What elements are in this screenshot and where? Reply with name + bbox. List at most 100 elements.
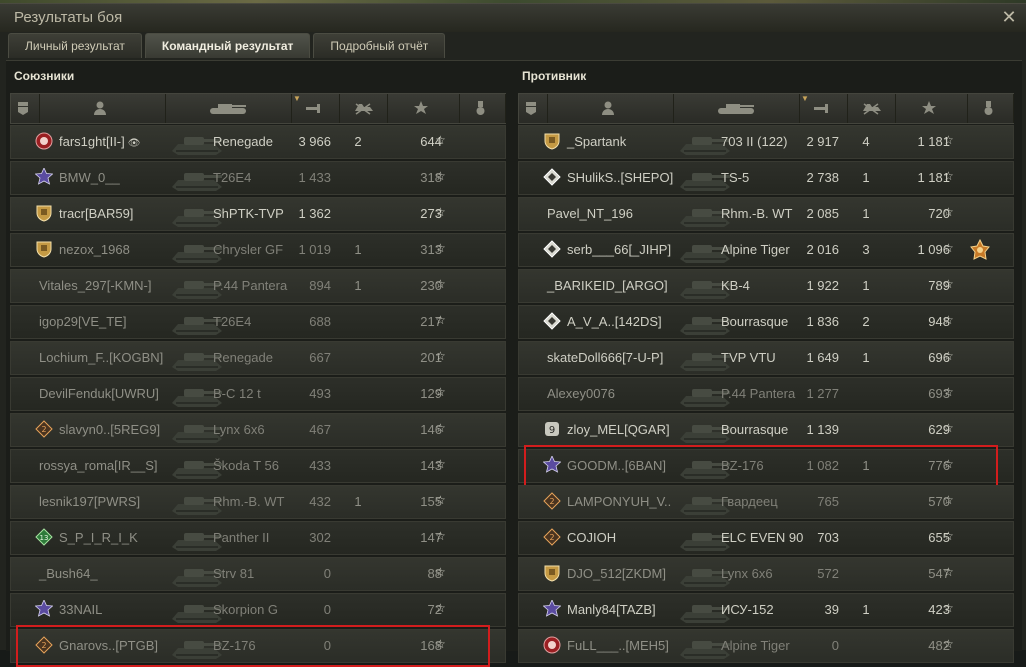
star-icon: ☆ xyxy=(943,205,954,219)
tank-name: Strv 81 xyxy=(213,566,255,581)
ally-player-row[interactable]: tracr[BAR59] ShPTK-TVP 1 362 273 ☆ xyxy=(10,197,506,231)
ally-player-row[interactable]: 13 S_P_I_R_I_K Panther II 302 147 ☆ xyxy=(10,521,506,555)
ally-player-row[interactable]: igop29[VE_TE] T26E4 688 217 ☆ xyxy=(10,305,506,339)
player-name: SHulikS..[SHEPO] xyxy=(567,170,674,185)
medals-column-icon[interactable] xyxy=(459,94,506,123)
enemy-player-row[interactable]: Manly84[TAZB] ИСУ-152 39 1 423 ☆ xyxy=(518,593,1014,627)
medals-column-icon[interactable] xyxy=(967,94,1014,123)
results-panels: Союзники ▼ fars1ght[II-] 👁 Renegade 3 966 2 6… xyxy=(6,60,1022,667)
enemy-player-row[interactable]: 9 zloy_MEL[QGAR] Bourrasque 1 139 629 ☆ xyxy=(518,413,1014,447)
xp-value: 1 181 xyxy=(917,170,950,185)
close-icon[interactable]: ✕ xyxy=(1000,8,1018,26)
xp-value: 776 xyxy=(928,458,950,473)
ally-player-row[interactable]: Lochium_F..[KOGBN] Renegade 667 201 ☆ xyxy=(10,341,506,375)
player-badge-icon xyxy=(543,168,561,186)
tab-team-result[interactable]: Командный результат xyxy=(144,33,311,58)
tank-name: Škoda T 56 xyxy=(213,458,280,473)
ally-player-row[interactable]: BMW_0__ T26E4 1 433 318 ☆ xyxy=(10,161,506,195)
xp-value: 423 xyxy=(928,602,950,617)
star-icon: ☆ xyxy=(435,313,446,327)
enemy-player-row[interactable]: Alexey0076 P.44 Pantera 1 277 693 ☆ xyxy=(518,377,1014,411)
ally-player-row[interactable]: _Bush64_ Strv 81 0 88 ☆ xyxy=(10,557,506,591)
damage-column-icon[interactable]: ▼ xyxy=(291,94,340,123)
enemies-rows: _Spartank 703 II (122) 2 917 4 1 181 ☆ SHulikS… xyxy=(518,125,1014,665)
enemy-player-row[interactable]: _Spartank 703 II (122) 2 917 4 1 181 ☆ xyxy=(518,125,1014,159)
ally-player-row[interactable]: 2 Gnarovs..[PTGB] BZ-176 0 168 ☆ xyxy=(10,625,506,667)
player-badge-icon: 2 xyxy=(543,492,561,510)
player-name: rossya_roma[IR__S] xyxy=(39,458,158,473)
ally-player-row[interactable]: Vitales_297[-KMN-] P.44 Pantera 894 1 230 ☆ xyxy=(10,269,506,303)
kills-value: 1 xyxy=(354,494,362,509)
ally-player-row[interactable]: DevilFenduk[UWRU] B-C 12 t 493 129 ☆ xyxy=(10,377,506,411)
enemy-player-row[interactable]: skateDoll666[7-U-P] TVP VTU 1 649 1 696 ☆ xyxy=(518,341,1014,375)
xp-column-icon[interactable] xyxy=(895,94,968,123)
xp-value: 693 xyxy=(928,386,950,401)
enemy-player-row[interactable]: 2 LAMPONYUH_V.. Гвардеец 765 570 ☆ xyxy=(518,485,1014,519)
tank-name: TS-5 xyxy=(721,170,750,185)
player-badge-icon xyxy=(35,204,53,222)
player-name: 33NAIL xyxy=(59,602,103,617)
ally-player-row[interactable]: 2 slavyn0..[5REG9] Lynx 6x6 467 146 ☆ xyxy=(10,413,506,447)
player-name: skateDoll666[7-U-P] xyxy=(547,350,664,365)
kills-column-icon[interactable] xyxy=(847,94,896,123)
enemy-player-row[interactable]: DJO_512[ZKDM] Lynx 6x6 572 547 ☆ xyxy=(518,557,1014,591)
kills-value: 2 xyxy=(354,134,362,149)
medal-icon[interactable] xyxy=(969,238,991,261)
star-icon: ☆ xyxy=(943,529,954,543)
enemy-player-row[interactable]: SHulikS..[SHEPO] TS-5 2 738 1 1 181 ☆ xyxy=(518,161,1014,195)
kills-value: 1 xyxy=(862,170,870,185)
enemy-player-row[interactable]: A_V_A..[142DS] Bourrasque 1 836 2 948 ☆ xyxy=(518,305,1014,339)
tank-name: BZ-176 xyxy=(213,638,256,653)
damage-value: 0 xyxy=(831,638,839,653)
player-column-icon[interactable] xyxy=(39,94,166,123)
player-badge-icon xyxy=(35,132,53,150)
player-badge-icon xyxy=(543,312,561,330)
ally-player-row[interactable]: fars1ght[II-] 👁 Renegade 3 966 2 644 ☆ xyxy=(10,125,506,159)
enemy-player-row[interactable]: Pavel_NT_196 Rhm.-B. WT 2 085 1 720 ☆ xyxy=(518,197,1014,231)
star-icon: ☆ xyxy=(435,241,446,255)
xp-value: 948 xyxy=(928,314,950,329)
player-column-icon[interactable] xyxy=(547,94,674,123)
star-icon: ☆ xyxy=(435,349,446,363)
player-name: FuLL___..[MEH5] xyxy=(567,638,669,653)
xp-column-icon[interactable] xyxy=(387,94,460,123)
damage-column-icon[interactable]: ▼ xyxy=(799,94,848,123)
ally-player-row[interactable]: rossya_roma[IR__S] Škoda T 56 433 143 ☆ xyxy=(10,449,506,483)
ally-player-row[interactable]: nezox_1968 Chrysler GF 1 019 1 313 ☆ xyxy=(10,233,506,267)
star-icon: ☆ xyxy=(943,349,954,363)
xp-value: 155 xyxy=(420,494,442,509)
tab-detailed-report[interactable]: Подробный отчёт xyxy=(313,33,446,58)
svg-text:2: 2 xyxy=(41,425,46,434)
squad-column-icon[interactable] xyxy=(519,94,548,123)
tab-bar: Личный результат Командный результат Под… xyxy=(8,33,446,59)
ally-player-row[interactable]: 33NAIL Skorpion G 0 72 ☆ xyxy=(10,593,506,627)
enemy-player-row[interactable]: _BARIKEID_[ARGO] KB-4 1 922 1 789 ☆ xyxy=(518,269,1014,303)
tab-personal-result[interactable]: Личный результат xyxy=(8,33,142,58)
squad-column-icon[interactable] xyxy=(11,94,40,123)
damage-value: 703 xyxy=(817,530,839,545)
tank-name: KB-4 xyxy=(721,278,750,293)
star-icon: ☆ xyxy=(435,565,446,579)
kills-column-icon[interactable] xyxy=(339,94,388,123)
allies-table-header: ▼ xyxy=(10,93,506,124)
ally-player-row[interactable]: lesnik197[PWRS] Rhm.-B. WT 432 1 155 ☆ xyxy=(10,485,506,519)
tank-name: Bourrasque xyxy=(721,422,789,437)
star-icon: ☆ xyxy=(943,277,954,291)
damage-value: 667 xyxy=(309,350,331,365)
tank-name: Alpine Tiger xyxy=(721,242,790,257)
enemy-player-row[interactable]: FuLL___..[MEH5] Alpine Tiger 0 482 ☆ xyxy=(518,629,1014,663)
kills-value: 1 xyxy=(862,206,870,221)
tank-column-icon[interactable] xyxy=(165,94,292,123)
player-name: _Spartank xyxy=(567,134,627,149)
enemy-player-row[interactable]: serb___66[_JIHP] Alpine Tiger 2 016 3 1 096 ☆ xyxy=(518,233,1014,267)
kills-value: 4 xyxy=(862,134,870,149)
star-icon: ☆ xyxy=(943,421,954,435)
tank-column-icon[interactable] xyxy=(673,94,800,123)
sort-arrow-icon: ▼ xyxy=(801,94,809,103)
player-name: BMW_0__ xyxy=(59,170,120,185)
star-icon: ☆ xyxy=(943,385,954,399)
damage-value: 0 xyxy=(323,566,331,581)
enemy-player-row[interactable]: GOODM..[6BAN] BZ-176 1 082 1 776 ☆ xyxy=(518,445,1014,487)
player-name: DevilFenduk[UWRU] xyxy=(39,386,159,401)
enemy-player-row[interactable]: 2 COJIOH ELC EVEN 90 703 655 ☆ xyxy=(518,521,1014,555)
